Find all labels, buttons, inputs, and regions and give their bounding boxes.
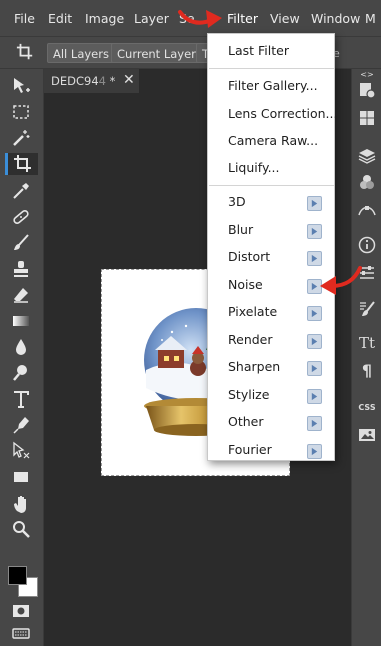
pen-icon — [13, 417, 29, 434]
close-icon[interactable]: ✕ — [123, 72, 135, 88]
menu-item-distort[interactable]: Distort — [228, 249, 270, 264]
blur-tool[interactable] — [8, 336, 34, 358]
channels-icon[interactable] — [358, 173, 376, 191]
screen-mode-button[interactable] — [8, 622, 34, 644]
menu-item-pixelate[interactable]: Pixelate — [228, 304, 277, 319]
menu-more[interactable]: M — [365, 11, 376, 26]
move-arrow-icon — [14, 78, 30, 93]
submenu-arrow-icon — [307, 389, 322, 404]
eraser-icon — [14, 288, 28, 303]
dodge-tool[interactable] — [8, 362, 34, 384]
submenu-arrow-icon — [307, 361, 322, 376]
bandage-icon — [13, 209, 29, 225]
pen-tool[interactable] — [8, 414, 34, 436]
submenu-arrow-icon — [307, 196, 322, 211]
character-panel-icon[interactable]: Tt — [358, 334, 376, 352]
magic-wand-icon — [13, 130, 30, 146]
hand-tool[interactable] — [8, 492, 34, 514]
type-tool[interactable] — [8, 388, 34, 410]
menu-view[interactable]: View — [270, 11, 300, 26]
menu-item-stylize[interactable]: Stylize — [228, 387, 269, 402]
menu-separator — [209, 185, 334, 186]
eyedropper-icon — [13, 183, 29, 199]
menu-item-liquify[interactable]: Liquify... — [228, 160, 279, 175]
menu-item-sharpen[interactable]: Sharpen — [228, 359, 280, 374]
healing-tool[interactable] — [8, 206, 34, 228]
marquee-icon — [13, 105, 29, 119]
crop-tool[interactable] — [5, 153, 38, 175]
path-select-icon — [13, 441, 30, 459]
crop-tool-icon — [14, 155, 31, 172]
menu-file[interactable]: File — [14, 11, 35, 26]
magnifier-icon — [13, 521, 30, 538]
shape-tool[interactable] — [8, 466, 34, 488]
menu-window[interactable]: Window — [311, 11, 360, 26]
keyboard-icon — [12, 628, 30, 639]
menu-item-noise[interactable]: Noise — [228, 277, 263, 292]
image-panel-icon[interactable] — [358, 426, 376, 444]
menu-item-last-filter[interactable]: Last Filter — [228, 43, 289, 58]
menu-layer[interactable]: Layer — [134, 11, 169, 26]
brush-tool[interactable] — [8, 232, 34, 254]
submenu-arrow-icon — [307, 306, 322, 321]
submenu-arrow-icon — [307, 444, 322, 459]
menu-filter[interactable]: Filter — [227, 11, 258, 26]
magic-wand-tool[interactable] — [8, 127, 34, 149]
history-icon[interactable] — [358, 81, 376, 99]
menu-image[interactable]: Image — [85, 11, 124, 26]
swatches-icon[interactable] — [358, 109, 376, 127]
gradient-icon — [13, 316, 29, 326]
paragraph-panel-icon[interactable]: ¶ — [358, 361, 376, 380]
drop-icon — [16, 339, 26, 355]
brush-icon — [14, 234, 29, 250]
dodge-icon — [13, 365, 27, 381]
menu-item-lens-correction[interactable]: Lens Correction... — [228, 106, 337, 121]
submenu-arrow-icon — [307, 416, 322, 431]
menu-item-fourier[interactable]: Fourier — [228, 442, 272, 457]
rectangle-icon — [14, 472, 28, 482]
current-layer-button[interactable]: Current Layer — [111, 43, 202, 63]
move-tool[interactable] — [8, 75, 34, 97]
marquee-tool[interactable] — [8, 101, 34, 123]
mask-icon — [13, 605, 29, 617]
zoom-tool[interactable] — [8, 518, 34, 540]
submenu-arrow-icon — [307, 224, 322, 239]
paths-icon[interactable] — [358, 201, 376, 219]
info-icon[interactable] — [358, 236, 376, 254]
document-tab-title: DEDC944 * — [51, 74, 116, 88]
brush-settings-icon[interactable] — [358, 300, 376, 318]
menu-item-render[interactable]: Render — [228, 332, 273, 347]
crop-icon — [16, 43, 34, 61]
menu-item-other[interactable]: Other — [228, 414, 264, 429]
all-layers-button[interactable]: All Layers — [47, 43, 115, 63]
hand-icon — [14, 496, 26, 513]
stamp-icon — [14, 261, 28, 277]
layers-icon[interactable] — [358, 147, 376, 165]
right-panel-strip: <> Tt ¶ CSS — [351, 69, 381, 646]
tools-panel — [0, 69, 44, 646]
type-icon — [14, 391, 29, 408]
document-tab[interactable]: DEDC944 * ✕ — [44, 69, 140, 93]
filter-menu-dropdown: Last Filter Filter Gallery... Lens Corre… — [207, 33, 337, 461]
menu-item-camera-raw[interactable]: Camera Raw... — [228, 133, 318, 148]
path-select-tool[interactable] — [8, 440, 34, 462]
eyedropper-tool[interactable] — [8, 180, 34, 202]
red-arrow-to-noise-icon — [320, 266, 362, 295]
foreground-color-swatch[interactable] — [8, 566, 27, 585]
stamp-tool[interactable] — [8, 258, 34, 280]
menu-item-blur[interactable]: Blur — [228, 222, 253, 237]
gradient-tool[interactable] — [8, 310, 34, 332]
submenu-arrow-icon — [307, 334, 322, 349]
menu-separator — [209, 68, 334, 69]
red-arrow-to-filter-icon — [178, 10, 222, 28]
menu-item-filter-gallery[interactable]: Filter Gallery... — [228, 78, 318, 93]
css-panel-icon[interactable]: CSS — [358, 398, 376, 416]
eraser-tool[interactable] — [8, 284, 34, 306]
quick-mask-button[interactable] — [8, 600, 34, 622]
menu-edit[interactable]: Edit — [48, 11, 72, 26]
menu-item-3d[interactable]: 3D — [228, 194, 246, 209]
